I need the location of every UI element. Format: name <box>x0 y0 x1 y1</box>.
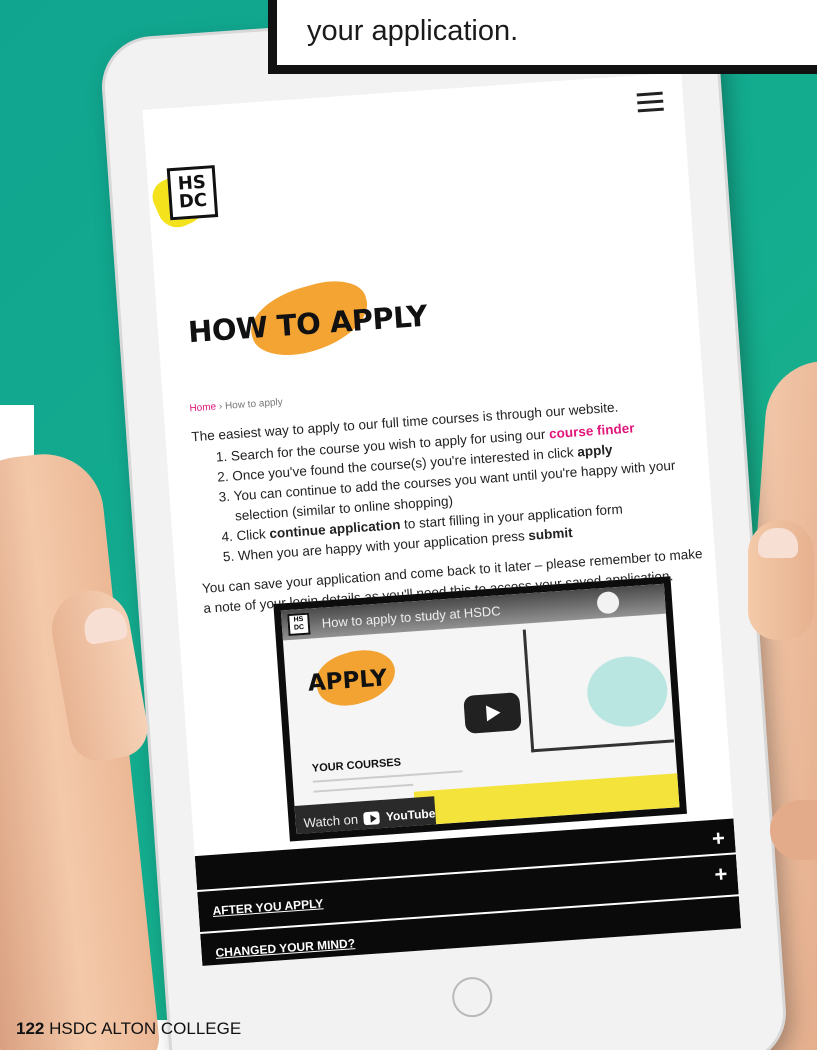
logo-line-2: DC <box>178 189 208 213</box>
breadcrumb-current: How to apply <box>224 396 284 412</box>
course-finder-link[interactable]: course finder <box>549 420 635 441</box>
accordion-label: AFTER YOU APPLY <box>212 896 324 919</box>
page-number: 122 <box>16 1019 45 1038</box>
plus-icon[interactable]: + <box>711 825 726 852</box>
callout-text: your application. <box>307 15 519 47</box>
menu-icon[interactable] <box>636 91 665 118</box>
step-emphasis: apply <box>576 442 614 460</box>
site-logo[interactable]: HS DC <box>146 165 225 234</box>
accordion-label: CHANGED YOUR MIND? <box>215 936 356 960</box>
tablet-screen: HS DC HOW TO APPLY Home › How to apply T… <box>142 72 742 966</box>
page-title-block: HOW TO APPLY <box>186 271 490 367</box>
video-channel-logo[interactable]: HS DC <box>287 612 311 637</box>
callout-box: your application. <box>268 0 817 74</box>
photo-stage: HS DC HOW TO APPLY Home › How to apply T… <box>0 0 817 1050</box>
page-footer: 122 HSDC ALTON COLLEGE <box>16 1019 241 1039</box>
right-thumbnail <box>758 528 798 558</box>
youtube-icon <box>363 810 381 825</box>
footer-label: HSDC ALTON COLLEGE <box>49 1019 242 1038</box>
youtube-label: YouTube <box>385 806 436 824</box>
embedded-video[interactable]: HS DC How to apply to study at HSDC APPLY… <box>273 576 687 842</box>
video-text-line <box>313 783 414 793</box>
video-notice-banner <box>413 771 687 826</box>
plus-icon[interactable]: + <box>714 861 729 888</box>
logo-box: HS DC <box>166 165 219 221</box>
step-emphasis: submit <box>527 525 574 544</box>
breadcrumb-home-link[interactable]: Home <box>189 402 216 415</box>
watch-on-label: Watch on <box>303 811 359 830</box>
video-courses-heading: YOUR COURSES <box>311 756 402 775</box>
watch-on-youtube-button[interactable]: Watch on YouTube <box>294 796 437 840</box>
breadcrumb: Home › How to apply <box>189 397 283 414</box>
video-apply-heading: APPLY <box>307 665 388 697</box>
tablet: HS DC HOW TO APPLY Home › How to apply T… <box>101 0 787 1050</box>
play-icon[interactable] <box>463 692 522 734</box>
